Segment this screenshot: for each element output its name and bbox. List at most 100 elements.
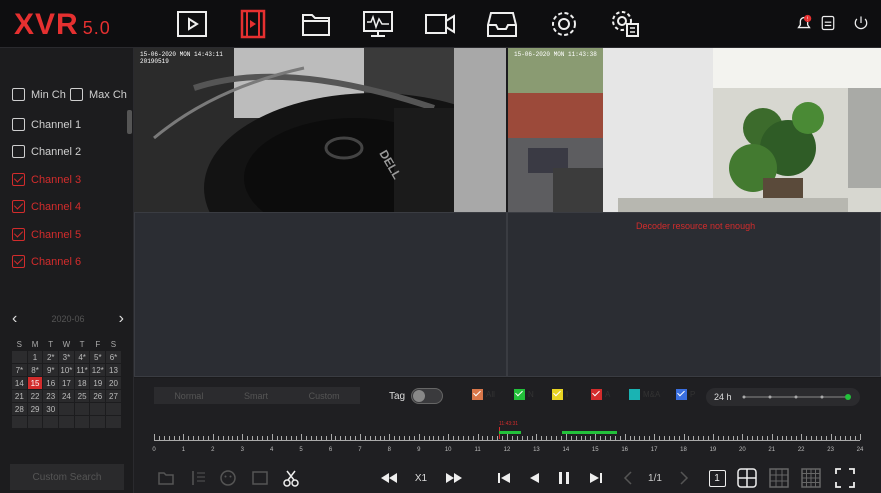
disk-icon[interactable]	[817, 12, 839, 34]
calendar-day[interactable]: 18	[74, 377, 90, 389]
prev-page-icon[interactable]	[620, 468, 636, 488]
legend-all[interactable]: All	[472, 389, 495, 400]
playback-icon[interactable]	[172, 8, 212, 40]
calendar-day[interactable]: 21	[12, 390, 27, 402]
alarm-bell-icon[interactable]: !	[793, 12, 815, 34]
calendar-day[interactable]: 24	[59, 390, 74, 402]
legend-motion-alarm[interactable]: M&A	[629, 389, 660, 400]
channel-checkbox-3[interactable]: Channel 3	[12, 173, 81, 186]
channel-scrollbar[interactable]	[127, 110, 132, 134]
monitor-icon[interactable]	[358, 8, 398, 40]
pause-icon[interactable]	[554, 468, 574, 488]
calendar-day[interactable]: 17	[59, 377, 74, 389]
calendar-day[interactable]: 25	[74, 390, 90, 402]
skip-forward-icon[interactable]	[586, 468, 606, 488]
inbox-icon[interactable]	[482, 8, 522, 40]
video-file-icon[interactable]	[233, 8, 273, 40]
next-month-icon[interactable]: ›	[119, 310, 124, 328]
calendar-day[interactable]: 23	[43, 390, 59, 402]
calendar-day[interactable]: 11*	[74, 364, 90, 376]
legend-io[interactable]: I	[552, 389, 568, 400]
calendar-day[interactable]: 4*	[74, 351, 90, 363]
calendar-day[interactable]: 3*	[59, 351, 74, 363]
layout-16-icon[interactable]	[800, 468, 822, 488]
calendar-day[interactable]: 6*	[106, 351, 121, 363]
fullscreen-icon[interactable]	[834, 468, 856, 488]
settings-doc-icon[interactable]	[606, 8, 646, 40]
calendar-day[interactable]: 12*	[90, 364, 106, 376]
calendar-day[interactable]: 19	[90, 377, 106, 389]
timeline-zoom-slider[interactable]: 24 h	[706, 388, 860, 406]
next-page-icon[interactable]	[676, 468, 692, 488]
calendar-day[interactable]: 5*	[90, 351, 106, 363]
min-ch-checkbox[interactable]: Min Ch	[12, 88, 66, 101]
channel-checkbox-4[interactable]: Channel 4	[12, 200, 81, 213]
timeline-tick	[712, 434, 714, 440]
mode-custom[interactable]: Custom	[309, 391, 340, 401]
video-cell-4[interactable]: Decoder resource not enough	[507, 212, 881, 377]
legend-label: P	[690, 390, 696, 399]
channel-checkbox-6[interactable]: Channel 6	[12, 255, 81, 268]
calendar-day[interactable]: 30	[43, 403, 59, 415]
min-ch-label: Min Ch	[31, 88, 66, 101]
video-cell-1[interactable]: DELL 15-06-2020 MON 14:43:11 20190519	[134, 48, 506, 212]
scissors-icon[interactable]	[281, 468, 301, 488]
calendar-day[interactable]: 27	[106, 390, 121, 402]
calendar-day[interactable]: 26	[90, 390, 106, 402]
backup-folder-icon[interactable]	[156, 468, 176, 488]
calendar-day[interactable]: 22	[27, 390, 43, 402]
step-back-icon[interactable]	[524, 468, 544, 488]
custom-search-button[interactable]: Custom Search	[10, 464, 124, 490]
calendar-day[interactable]: 29	[27, 403, 43, 415]
tag-toggle[interactable]	[411, 388, 444, 404]
folder-icon[interactable]	[296, 8, 336, 40]
skip-back-icon[interactable]	[494, 468, 514, 488]
calendar-day[interactable]: 13	[106, 364, 121, 376]
calendar-day[interactable]: 15	[27, 377, 43, 389]
prev-month-icon[interactable]: ‹	[12, 310, 17, 328]
channel-checkbox-1[interactable]: Channel 1	[12, 118, 81, 131]
face-icon[interactable]	[218, 468, 238, 488]
calendar-week: 28 29 30	[12, 403, 122, 415]
max-ch-label: Max Ch	[89, 88, 127, 101]
channel-checkbox-2[interactable]: Channel 2	[12, 145, 81, 158]
power-icon[interactable]	[850, 12, 872, 34]
timeline-ticks	[154, 434, 861, 441]
calendar-day[interactable]: 16	[43, 377, 59, 389]
timeline-tick	[203, 436, 205, 440]
timeline-tick	[703, 436, 705, 440]
video-cell-2[interactable]: 15-06-2020 MON 11:43:38	[508, 48, 881, 212]
calendar-day[interactable]: 8*	[27, 364, 43, 376]
file-list-icon[interactable]	[188, 468, 208, 488]
legend-normal[interactable]: N	[514, 389, 534, 400]
mode-smart[interactable]: Smart	[244, 391, 268, 401]
layout-4-icon[interactable]	[736, 468, 758, 488]
gear-icon[interactable]	[544, 8, 584, 40]
timeline-tick	[168, 436, 170, 440]
pir-icon[interactable]	[250, 468, 270, 488]
fast-forward-icon[interactable]	[444, 468, 464, 488]
layout-1-button[interactable]: 1	[707, 468, 727, 488]
rewind-icon[interactable]	[379, 468, 399, 488]
calendar-day[interactable]: 14	[12, 377, 27, 389]
channel-checkbox-5[interactable]: Channel 5	[12, 228, 81, 241]
calendar-day[interactable]: 9*	[43, 364, 59, 376]
channel-sidebar: Min Ch Max Ch Channel 1 Channel 2 Channe…	[0, 48, 134, 493]
calendar-day[interactable]: 20	[106, 377, 121, 389]
timeline-tick	[502, 436, 504, 440]
legend-pir[interactable]: P	[676, 389, 695, 400]
calendar-day[interactable]: 1	[27, 351, 43, 363]
calendar-day[interactable]: 28	[12, 403, 27, 415]
timeline-tick	[178, 436, 180, 440]
layout-9-icon[interactable]	[768, 468, 790, 488]
video-cell-3[interactable]	[134, 212, 507, 377]
calendar-day[interactable]: 10*	[59, 364, 74, 376]
calendar-day[interactable]: 2*	[43, 351, 59, 363]
timeline-ruler[interactable]: 11:43:31 0 1 2 3 4 5 6 7 8 9 10 11 12 13 14 15 16 17 18 19 2…	[152, 421, 863, 454]
legend-alarm[interactable]: A	[591, 389, 610, 400]
calendar-empty-cell	[90, 403, 106, 415]
calendar-day[interactable]: 7*	[12, 364, 27, 376]
max-ch-checkbox[interactable]: Max Ch	[70, 88, 127, 101]
camera-icon[interactable]	[420, 8, 460, 40]
mode-normal[interactable]: Normal	[174, 391, 203, 401]
